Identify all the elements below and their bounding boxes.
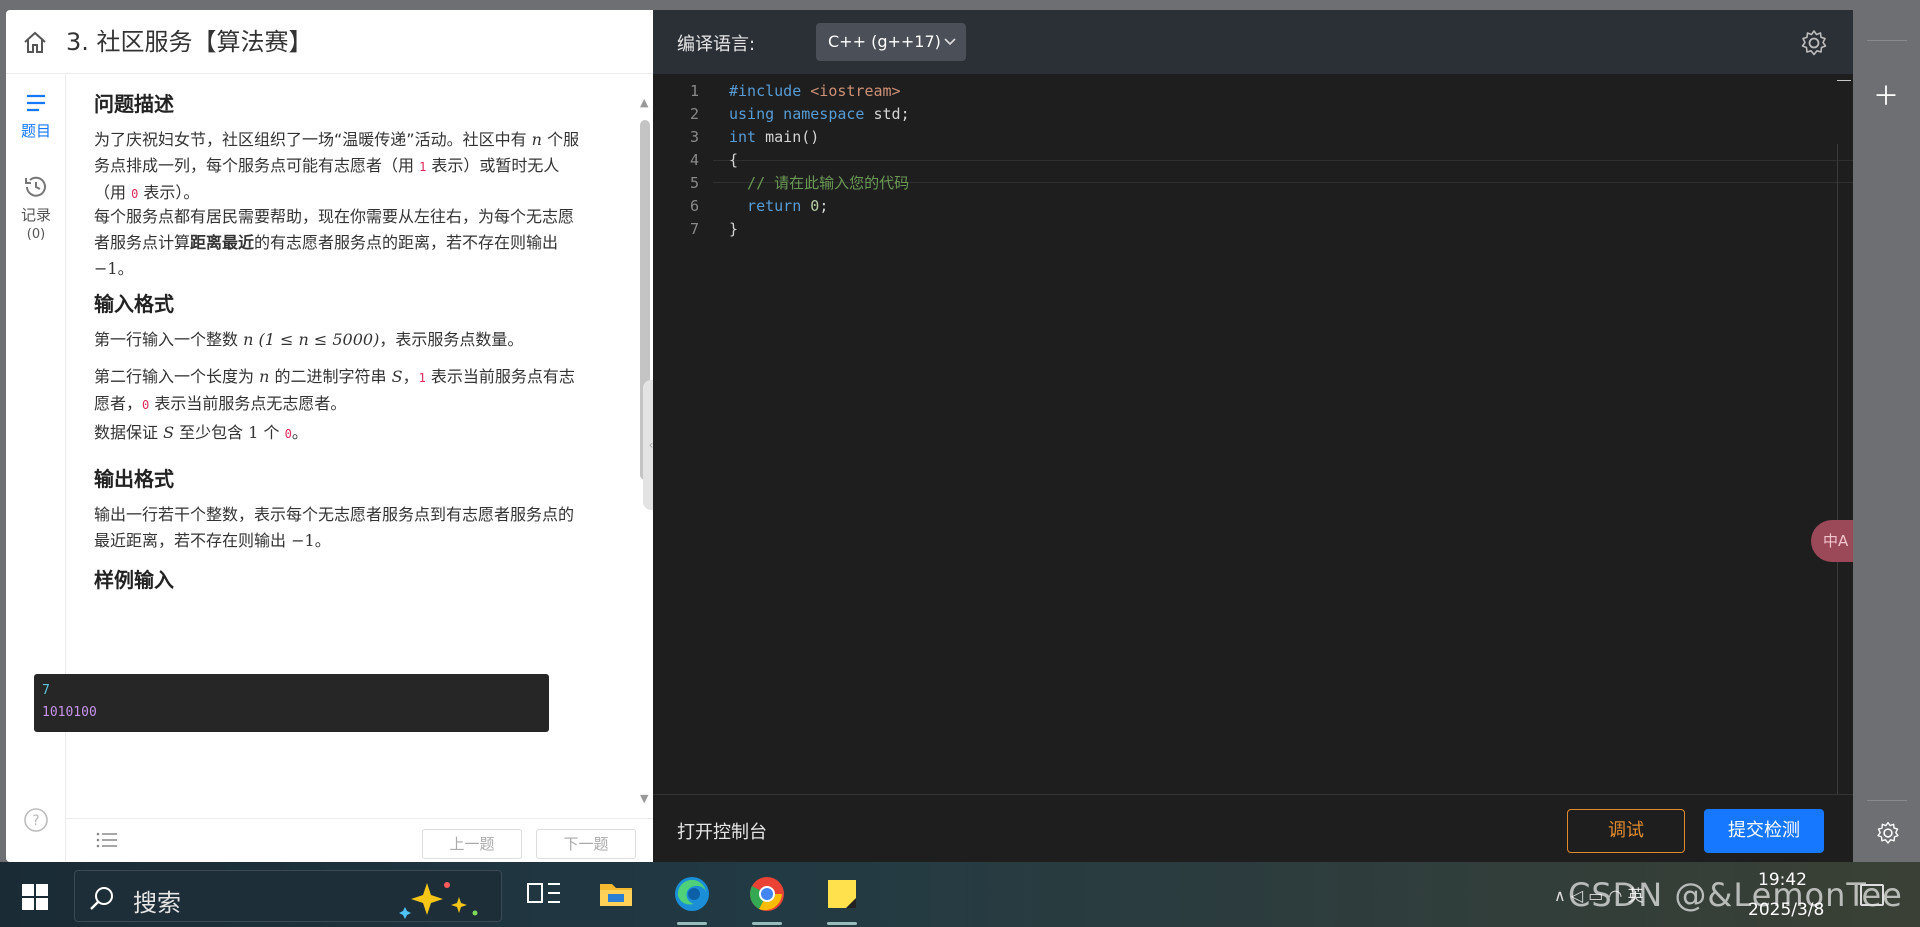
code-line: }: [729, 220, 739, 238]
history-icon: [25, 176, 46, 197]
code-line: return 0;: [729, 197, 829, 215]
code-line: int main(): [729, 128, 820, 146]
gear-icon[interactable]: [1799, 28, 1829, 62]
code-line: {: [729, 151, 739, 169]
line-number: 2: [689, 105, 699, 123]
line-number: 5: [689, 174, 699, 192]
divider: [1867, 800, 1907, 801]
windows-start-icon[interactable]: [22, 884, 48, 914]
line-number: 6: [689, 197, 699, 215]
section-heading: 输入格式: [94, 292, 174, 316]
search-icon: [89, 885, 115, 915]
clock-date[interactable]: 2025/3/8: [1748, 900, 1824, 920]
svg-text:?: ?: [32, 813, 39, 829]
task-view-icon[interactable]: [522, 872, 566, 916]
translate-icon[interactable]: 中A: [1811, 520, 1859, 562]
file-explorer-icon[interactable]: [594, 872, 638, 916]
scroll-down-arrow[interactable]: ▼: [640, 792, 648, 805]
code-editor[interactable]: 1 2 3 4 5 6 7 #include <iostream> using …: [653, 74, 1893, 844]
scroll-up-arrow[interactable]: ▲: [640, 96, 648, 109]
minimize-icon[interactable]: [1837, 80, 1851, 81]
active-indicator: [827, 922, 857, 925]
help-icon[interactable]: ?: [23, 807, 49, 833]
sticky-notes-icon[interactable]: [820, 872, 864, 916]
problem-panel: 3. 社区服务【算法赛】 题目 记录 (0) ? 问题描述 为了庆祝妇女节，社区…: [6, 10, 653, 862]
browser-side-strip: ＋: [1853, 0, 1920, 862]
description-paragraph: 为了庆祝妇女节，社区组织了一场“温暖传递”活动。社区中有 n 个服 务点排成一列…: [94, 130, 580, 202]
search-placeholder: 搜索: [133, 889, 181, 917]
chrome-icon[interactable]: [745, 872, 789, 916]
problem-sidebar: 题目 记录 (0) ?: [6, 74, 66, 862]
problem-footer: 上一题 下一题: [66, 818, 653, 862]
input-paragraph: 第二行输入一个长度为 n 的二进制字符串 S，1 表示当前服务点有志 愿者，0 …: [94, 367, 575, 413]
list-icon[interactable]: [96, 831, 118, 853]
gear-icon[interactable]: [1875, 820, 1901, 850]
open-console-button[interactable]: 打开控制台: [677, 818, 767, 844]
notification-icon[interactable]: [1860, 884, 1884, 906]
section-heading: 问题描述: [94, 92, 174, 116]
home-icon[interactable]: [22, 30, 48, 56]
editor-footer: 打开控制台 调试 提交检测: [653, 794, 1853, 862]
code-editor-panel: 编译语言: C++ (g++17) 1 2 3 4 5 6 7 #include…: [653, 10, 1893, 862]
code-line: using namespace std;: [729, 105, 910, 123]
clock-time[interactable]: 19:42: [1758, 870, 1807, 890]
taskbar: 搜索 ∧ ◁ ▭ ◠ 英 CSDN @&LemonTee 19:42 2025/…: [0, 862, 1920, 927]
next-problem-button[interactable]: 下一题: [536, 829, 636, 859]
description-paragraph: 每个服务点都有居民需要帮助，现在你需要从左往右，为每个无志愿 者服务点计算距离最…: [94, 207, 575, 278]
chevron-down-icon: [944, 23, 956, 76]
sample-input-block[interactable]: 7 1010100: [34, 674, 549, 732]
sidebar-item-label: 题目: [20, 122, 51, 140]
sample-line: 7: [42, 683, 50, 698]
panel-collapse-handle[interactable]: ‹: [643, 380, 653, 510]
language-label: 编译语言:: [677, 34, 756, 55]
code-line: #include <iostream>: [729, 82, 901, 100]
submit-button[interactable]: 提交检测: [1704, 809, 1824, 853]
document-icon: [27, 94, 45, 112]
line-number: 3: [689, 128, 699, 146]
divider: [1867, 40, 1907, 41]
plus-icon[interactable]: ＋: [1873, 76, 1899, 113]
language-select[interactable]: C++ (g++17): [816, 23, 966, 61]
sidebar-item-problem[interactable]: 题目: [6, 92, 66, 141]
active-indicator: [752, 922, 782, 925]
records-count: (0): [26, 227, 46, 242]
code-line: // 请在此输入您的代码: [729, 174, 910, 192]
sidebar-item-records[interactable]: 记录 (0): [6, 174, 66, 242]
line-number: 4: [689, 151, 699, 169]
input-paragraph: 数据保证 S 至少包含 1 个 0。: [94, 423, 308, 442]
line-number: 1: [689, 82, 699, 100]
debug-button[interactable]: 调试: [1567, 809, 1685, 853]
section-heading: 样例输入: [94, 568, 174, 592]
editor-scrollbar[interactable]: [1837, 144, 1838, 844]
language-value: C++ (g++17): [828, 32, 941, 51]
line-number: 7: [689, 220, 699, 238]
sidebar-item-label: 记录: [20, 206, 51, 224]
problem-header: 3. 社区服务【算法赛】: [6, 10, 653, 74]
editor-header: 编译语言: C++ (g++17): [653, 10, 1853, 74]
input-paragraph: 第一行输入一个整数 n (1 ≤ n ≤ 5000)，表示服务点数量。: [94, 330, 524, 349]
output-paragraph: 输出一行若干个整数，表示每个无志愿者服务点到有志愿者服务点的 最近距离，若不存在…: [94, 505, 575, 550]
watermark-text: CSDN @&LemonTee: [1568, 876, 1903, 914]
prev-problem-button[interactable]: 上一题: [422, 829, 522, 859]
section-heading: 输出格式: [94, 467, 174, 491]
page-title: 3. 社区服务【算法赛】: [66, 28, 313, 56]
sparkle-icon: [397, 879, 487, 923]
taskbar-search[interactable]: 搜索: [74, 870, 502, 922]
active-indicator: [677, 922, 707, 925]
edge-icon[interactable]: [670, 872, 714, 916]
sample-line: 1010100: [42, 705, 97, 720]
